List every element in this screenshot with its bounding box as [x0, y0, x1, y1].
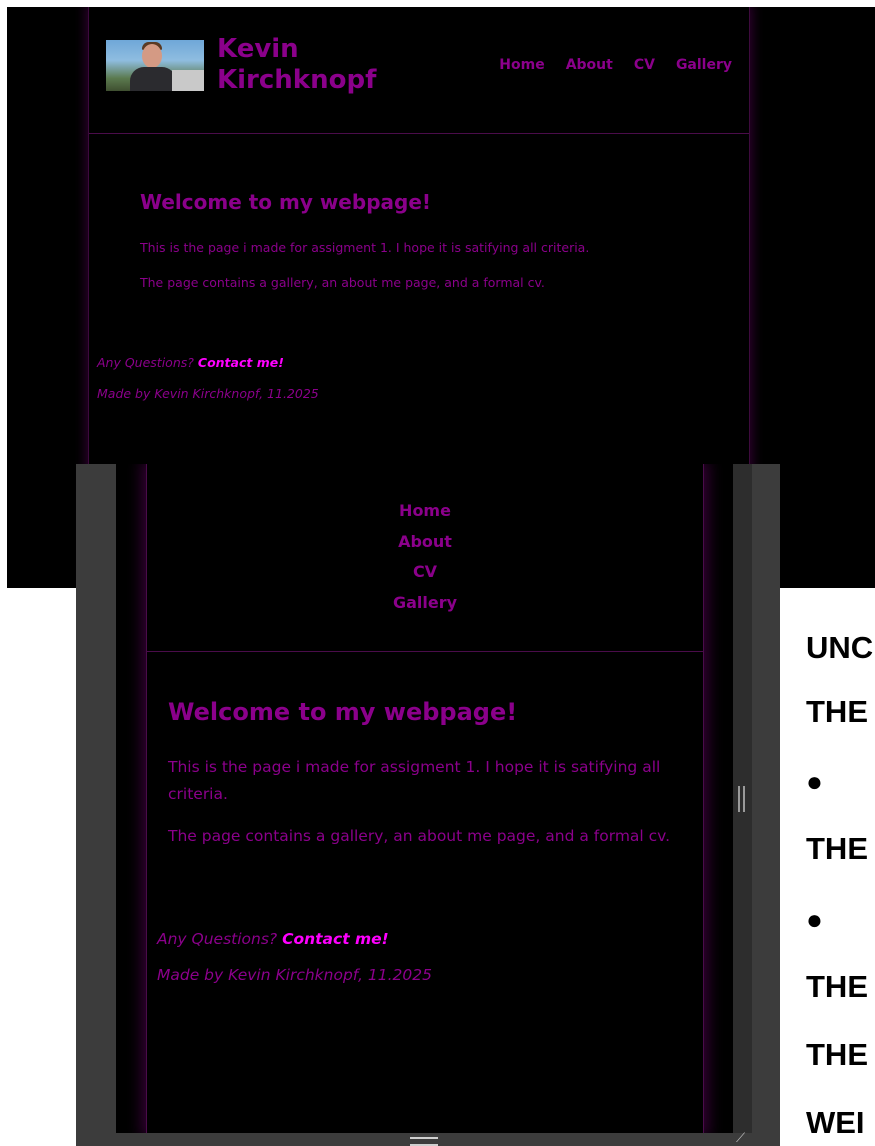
nav-home-link[interactable]: Home [147, 501, 703, 520]
welcome-heading: Welcome to my webpage! [168, 698, 518, 726]
site-title-first: Kevin [217, 34, 299, 64]
footer-questions: Any Questions? Contact me! [97, 355, 284, 370]
site-title-last: Kirchknopf [217, 65, 377, 95]
footer-questions: Any Questions? Contact me! [157, 930, 389, 948]
profile-photo [106, 40, 204, 91]
bullet-icon: ● [806, 766, 823, 797]
mobile-page-container: Home About CV Gallery Welcome to my webp… [146, 464, 704, 1133]
nav-home-link[interactable]: Home [499, 57, 544, 73]
bullet-icon: ● [806, 904, 823, 935]
desktop-header: Kevin Kirchknopf Home About CV Gallery [89, 7, 749, 134]
profile-photo-face [142, 44, 162, 68]
document-line: WEI [806, 1105, 865, 1140]
document-line: THE [806, 694, 868, 729]
footer-credit: Made by Kevin Kirchknopf, 11.2025 [97, 386, 319, 401]
contents-paragraph: The page contains a gallery, an about me… [168, 827, 671, 845]
desktop-nav: Home About CV Gallery [499, 57, 732, 73]
document-line: THE [806, 1037, 868, 1072]
nav-gallery-link[interactable]: Gallery [147, 593, 703, 612]
contact-me-link[interactable]: Contact me! [282, 930, 389, 948]
footer-credit: Made by Kevin Kirchknopf, 11.2025 [157, 966, 432, 984]
document-line: THE [806, 831, 868, 866]
contact-me-link[interactable]: Contact me! [198, 355, 284, 370]
footer-question-text: Any Questions? [97, 355, 194, 370]
mobile-preview-window: Home About CV Gallery Welcome to my webp… [76, 464, 780, 1146]
welcome-heading: Welcome to my webpage! [140, 190, 432, 214]
nav-cv-link[interactable]: CV [634, 57, 655, 73]
site-title: Kevin Kirchknopf [217, 34, 376, 96]
nav-about-link[interactable]: About [566, 57, 613, 73]
resize-handle-icon[interactable]: ⟋ [736, 1132, 750, 1146]
nav-gallery-link[interactable]: Gallery [676, 57, 732, 73]
bottom-drag-grip-icon[interactable] [410, 1137, 438, 1146]
nav-about-link[interactable]: About [147, 532, 703, 551]
intro-paragraph: This is the page i made for assigment 1.… [140, 240, 590, 255]
mobile-nav: Home About CV Gallery [147, 464, 703, 652]
background-document: UNC THE ● THE ● THE THE WEI [806, 610, 875, 1146]
contents-paragraph: The page contains a gallery, an about me… [140, 275, 545, 290]
mobile-viewport[interactable]: Home About CV Gallery Welcome to my webp… [116, 464, 733, 1133]
footer-question-text: Any Questions? [157, 930, 278, 948]
document-line: UNC [806, 630, 874, 665]
profile-photo-car [172, 70, 204, 91]
scrollbar-grip-icon[interactable] [738, 786, 745, 812]
document-line: THE [806, 969, 868, 1004]
profile-photo-body [130, 67, 176, 91]
intro-paragraph: This is the page i made for assigment 1.… [168, 758, 661, 803]
nav-cv-link[interactable]: CV [147, 562, 703, 581]
